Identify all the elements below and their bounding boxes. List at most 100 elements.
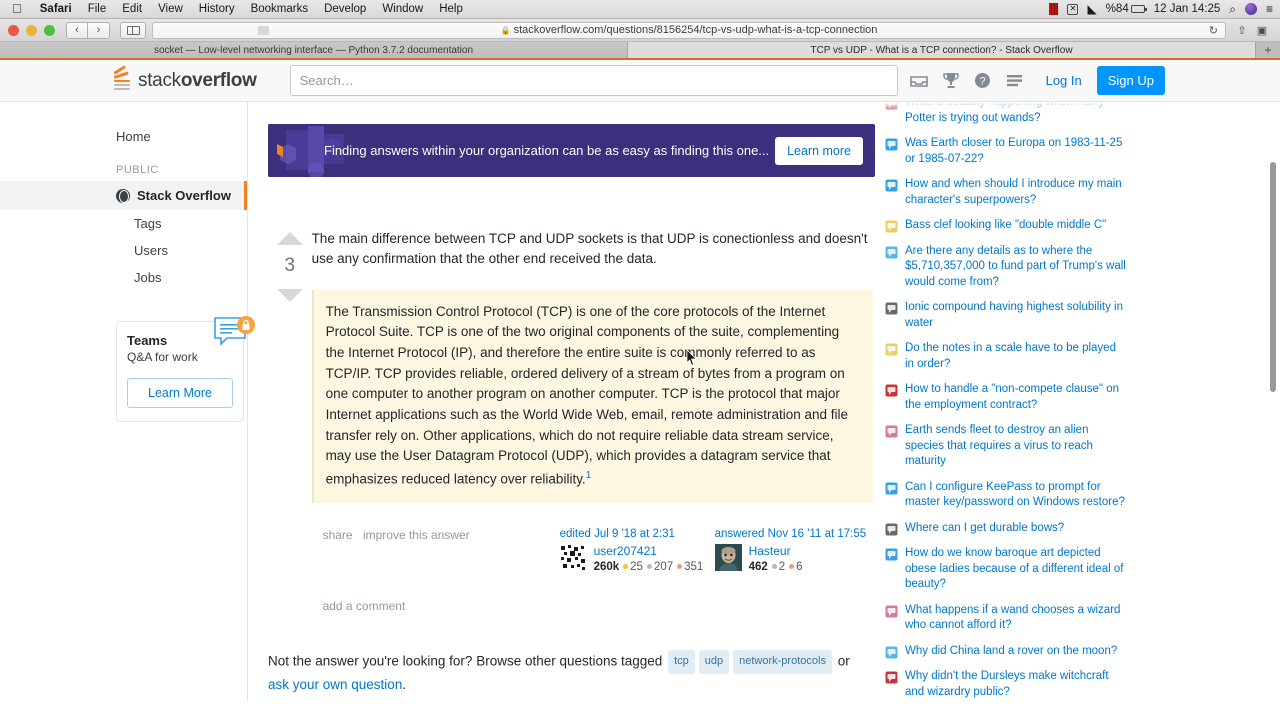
editor-reputation: 260k 25 207 351 <box>594 561 704 573</box>
teams-learn-more-button[interactable]: Learn More <box>127 378 233 408</box>
menu-item-bookmarks[interactable]: Bookmarks <box>243 3 317 15</box>
hot-question-link[interactable]: Ionic compound having highest solubility… <box>905 300 1127 331</box>
hot-question-link[interactable]: Why didn't the Dursleys make witchcraft … <box>905 669 1127 700</box>
page-scrollbar[interactable] <box>1269 102 1277 702</box>
hot-question-item[interactable]: Do the notes in a scale have to be playe… <box>881 336 1133 377</box>
hot-question-link[interactable]: How and when should I introduce my main … <box>905 177 1127 208</box>
address-bar[interactable]: 🔒 stackoverflow.com/questions/8156254/tcp… <box>152 21 1226 39</box>
hot-question-link[interactable]: How to handle a "non-compete clause" on … <box>905 382 1127 413</box>
hot-question-link[interactable]: Earth sends fleet to destroy an alien sp… <box>905 423 1127 470</box>
back-button[interactable]: ‹ <box>66 21 88 39</box>
hot-question-item[interactable]: Earth sends fleet to destroy an alien sp… <box>881 418 1133 475</box>
author-reputation: 462 2 6 <box>749 561 803 573</box>
sidebar-item-home[interactable]: Home <box>116 122 247 151</box>
shield-box-icon[interactable]: ✕ <box>1067 3 1079 15</box>
add-comment-link[interactable]: add a comment <box>312 599 873 613</box>
menu-item-window[interactable]: Window <box>374 3 431 15</box>
recording-icon[interactable] <box>1049 3 1059 15</box>
hot-question-link[interactable]: Why did China land a rover on the moon? <box>905 644 1117 660</box>
spotlight-search-icon[interactable]: ⌕ <box>1229 2 1236 17</box>
banner-learn-more-button[interactable]: Learn more <box>775 136 863 165</box>
footnote-link[interactable]: 1 <box>586 470 592 481</box>
inbox-icon[interactable] <box>909 73 928 89</box>
share-icon[interactable]: ⇧ <box>1232 22 1252 39</box>
login-link[interactable]: Log In <box>1046 73 1082 88</box>
reader-view-icon[interactable] <box>258 25 269 35</box>
browser-tab-stackoverflow[interactable]: TCP vs UDP - What is a TCP connection? -… <box>628 42 1256 58</box>
menu-item-develop[interactable]: Develop <box>316 3 374 15</box>
maximize-window-button[interactable] <box>44 24 55 36</box>
hot-question-link[interactable]: Are there any details as to where the $5… <box>905 244 1127 291</box>
editor-bronze-badges: 351 <box>677 561 703 573</box>
logo-text-overflow: overflow <box>180 69 257 91</box>
downvote-arrow-icon[interactable] <box>276 289 303 302</box>
search-input[interactable]: Search… <box>289 65 898 96</box>
answered-timestamp[interactable]: answered Nov 16 '11 at 17:55 <box>715 528 870 540</box>
hot-question-link[interactable]: Was Earth closer to Europa on 1983-11-25… <box>905 136 1127 167</box>
hot-question-item[interactable]: Why didn't the Dursleys make witchcraft … <box>881 664 1133 702</box>
signup-button[interactable]: Sign Up <box>1096 66 1165 95</box>
new-tab-button[interactable]: + <box>1256 42 1280 58</box>
apple-menu-icon[interactable]:  <box>6 1 32 17</box>
hot-question-item[interactable]: Why did China land a rover on the moon? <box>881 639 1133 665</box>
hot-question-item[interactable]: How and when should I introduce my main … <box>881 172 1133 213</box>
tag-udp[interactable]: udp <box>698 649 730 674</box>
browser-tab-python-docs[interactable]: socket — Low-level networking interface … <box>0 42 628 58</box>
editor-silver-badges: 207 <box>646 561 673 573</box>
author-card: answered Nov 16 '11 at 17:55 Hasteur 462… <box>714 528 870 573</box>
sidebar-item-tags[interactable]: Tags <box>0 210 247 237</box>
hot-question-item[interactable]: Are there any details as to where the $5… <box>881 239 1133 296</box>
editor-avatar[interactable] <box>559 543 587 571</box>
stack-menu-icon[interactable] <box>1006 73 1023 89</box>
hot-question-link[interactable]: What happens if a wand chooses a wizard … <box>905 603 1127 634</box>
minimize-window-button[interactable] <box>26 24 37 36</box>
help-icon[interactable]: ? <box>974 72 991 89</box>
wifi-icon[interactable]: ◣ <box>1087 3 1096 15</box>
forward-button[interactable]: › <box>88 21 110 39</box>
edited-timestamp[interactable]: edited Jul 9 '18 at 2:31 <box>560 528 715 540</box>
sidebar-item-stack-overflow[interactable]: Stack Overflow <box>0 181 247 210</box>
page-scrollbar-thumb[interactable] <box>1270 162 1276 392</box>
hot-question-link[interactable]: Do the notes in a scale have to be playe… <box>905 341 1127 372</box>
sidebar-toggle-icon[interactable] <box>120 21 146 39</box>
hot-question-item[interactable]: How do we know baroque art depicted obes… <box>881 541 1133 598</box>
hot-question-item[interactable]: Ionic compound having highest solubility… <box>881 295 1133 336</box>
reload-button[interactable]: ↻ <box>1209 24 1218 37</box>
author-username[interactable]: Hasteur <box>749 544 803 558</box>
editor-username[interactable]: user207421 <box>594 544 704 558</box>
share-link[interactable]: share <box>323 528 353 542</box>
menu-item-safari[interactable]: Safari <box>32 3 80 15</box>
hot-question-item[interactable]: What happens if a wand chooses a wizard … <box>881 598 1133 639</box>
siri-icon[interactable] <box>1244 3 1257 15</box>
sidebar-item-jobs[interactable]: Jobs <box>0 264 247 291</box>
menu-item-history[interactable]: History <box>191 3 243 15</box>
hot-question-link[interactable]: How do we know baroque art depicted obes… <box>905 546 1127 593</box>
close-window-button[interactable] <box>8 24 19 36</box>
hot-question-item[interactable]: How to handle a "non-compete clause" on … <box>881 377 1133 418</box>
author-avatar[interactable] <box>714 543 742 571</box>
control-center-icon[interactable]: ≡ <box>1266 2 1273 16</box>
mouse-cursor <box>686 349 697 366</box>
hot-question-item[interactable]: Can I configure KeePass to prompt for ma… <box>881 475 1133 516</box>
battery-status[interactable]: %84 <box>1106 3 1147 15</box>
menu-item-help[interactable]: Help <box>431 3 471 15</box>
hot-question-item[interactable]: Bass clef looking like "double middle C" <box>881 213 1133 239</box>
tag-tcp[interactable]: tcp <box>668 649 695 674</box>
hot-question-item[interactable]: Where can I get durable bows? <box>881 516 1133 542</box>
sidebar-item-users[interactable]: Users <box>0 237 247 264</box>
ask-own-question-link[interactable]: ask your own question <box>268 677 402 692</box>
menu-item-file[interactable]: File <box>80 3 115 15</box>
hot-question-link[interactable]: Can I configure KeePass to prompt for ma… <box>905 480 1127 511</box>
menu-item-edit[interactable]: Edit <box>114 3 150 15</box>
hot-question-link[interactable]: Where can I get durable bows? <box>905 521 1064 537</box>
upvote-arrow-icon[interactable] <box>276 232 303 245</box>
tag-network-protocols[interactable]: network-protocols <box>733 649 832 674</box>
stackoverflow-logo[interactable]: stackoverflow <box>113 64 257 92</box>
hot-question-item[interactable]: Was Earth closer to Europa on 1983-11-25… <box>881 131 1133 172</box>
hot-question-link[interactable]: Bass clef looking like "double middle C" <box>905 218 1106 234</box>
menu-item-view[interactable]: View <box>150 3 191 15</box>
improve-answer-link[interactable]: improve this answer <box>363 528 470 542</box>
show-tabs-icon[interactable]: ▣ <box>1252 22 1272 39</box>
menu-clock[interactable]: 12 Jan 14:25 <box>1154 3 1221 15</box>
trophy-icon[interactable] <box>942 72 959 89</box>
